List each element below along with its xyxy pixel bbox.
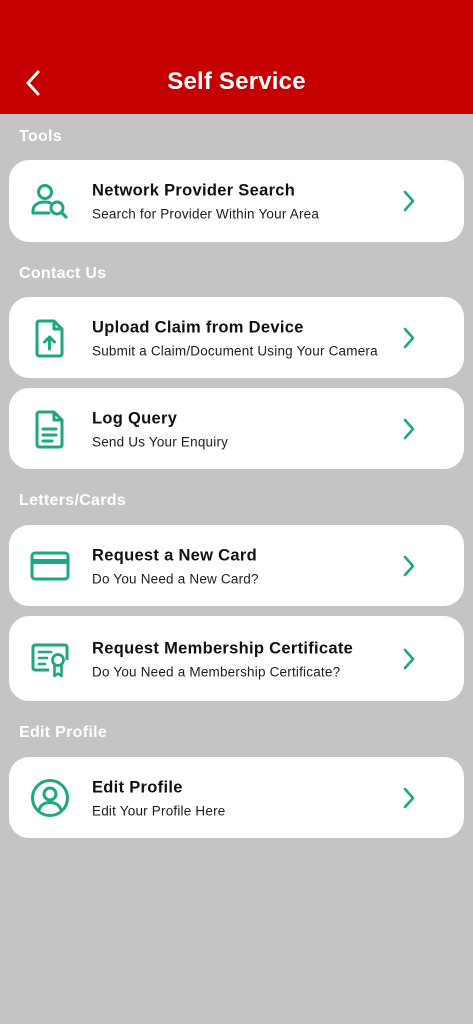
- card-title: Log Query: [92, 409, 178, 427]
- section-header-contact: Contact Us: [19, 265, 107, 282]
- user-search-icon: [29, 180, 71, 222]
- header-bar: Self Service: [0, 0, 473, 114]
- network-provider-search-card[interactable]: Network Provider Search Search for Provi…: [9, 160, 464, 242]
- chevron-right-icon: [400, 417, 418, 441]
- card-title: Edit Profile: [92, 778, 183, 796]
- chevron-right-icon: [400, 326, 418, 350]
- card-title: Network Provider Search: [92, 181, 296, 200]
- page-title: Self Service: [167, 68, 306, 95]
- section-header-profile: Edit Profile: [19, 724, 108, 741]
- chevron-right-icon: [400, 189, 418, 213]
- section-header-tools: Tools: [19, 128, 62, 145]
- card-title: Request a New Card: [92, 546, 257, 564]
- card-subtitle: Do You Need a New Card?: [92, 571, 259, 586]
- card-subtitle: Do You Need a Membership Certificate?: [92, 664, 341, 679]
- edit-profile-card[interactable]: Edit Profile Edit Your Profile Here: [9, 757, 464, 838]
- log-query-card[interactable]: Log Query Send Us Your Enquiry: [9, 388, 464, 469]
- upload-claim-card[interactable]: Upload Claim from Device Submit a Claim/…: [9, 297, 464, 378]
- file-upload-icon: [29, 317, 71, 359]
- card-title: Request Membership Certificate: [92, 639, 354, 657]
- chevron-right-icon: [400, 554, 418, 578]
- card-subtitle: Send Us Your Enquiry: [92, 434, 229, 449]
- card-subtitle: Edit Your Profile Here: [92, 803, 226, 818]
- card-subtitle: Submit a Claim/Document Using Your Camer…: [92, 343, 378, 358]
- section-header-letters: Letters/Cards: [19, 492, 127, 509]
- document-icon: [29, 408, 71, 450]
- chevron-right-icon: [400, 647, 418, 671]
- certificate-icon: [29, 638, 71, 680]
- card-title: Upload Claim from Device: [92, 318, 304, 336]
- credit-card-icon: [29, 545, 71, 587]
- card-subtitle: Search for Provider Within Your Area: [92, 206, 320, 222]
- request-membership-certificate-card[interactable]: Request Membership Certificate Do You Ne…: [9, 616, 464, 701]
- self-service-screen: Self Service Tools Network Provider Sear…: [0, 0, 473, 1024]
- user-circle-icon: [29, 777, 71, 819]
- request-new-card-card[interactable]: Request a New Card Do You Need a New Car…: [9, 525, 464, 606]
- chevron-right-icon: [400, 786, 418, 810]
